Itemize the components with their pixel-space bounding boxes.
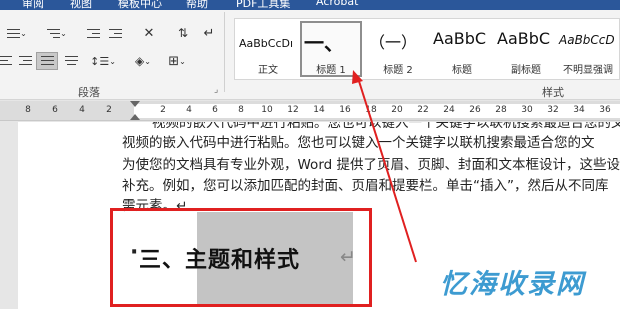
styles-gallery: AaBbCcDı 正文 一、 标题 1 （一） 标题 2 AaBbC 标题 Aa… (234, 18, 620, 80)
ribbon-tab-strip: 审阅 视图 模板中心 帮助 PDF工具集 Acrobat (0, 0, 620, 10)
group-divider (224, 12, 225, 92)
style-sample: AaBbCcD (559, 33, 615, 47)
style-heading-2[interactable]: （一） 标题 2 (367, 21, 429, 77)
align-left-icon (0, 55, 12, 67)
ruler-number: 36 (599, 105, 611, 115)
style-name: 标题 (452, 65, 472, 76)
tab-review[interactable]: 审阅 (22, 0, 44, 10)
ruler-number: 6 (52, 105, 58, 115)
multilevel-list-icon (47, 28, 61, 39)
numbering-icon (7, 28, 21, 39)
style-name: 正文 (258, 65, 278, 76)
ruler-number: 30 (521, 105, 533, 115)
ruler-number: 32 (547, 105, 559, 115)
ruler-number: 8 (238, 105, 244, 115)
chinese-layout-icon: ✕ (143, 25, 155, 41)
shading-button[interactable]: ◈ ⌄ (128, 52, 158, 70)
style-title[interactable]: AaBbC 标题 (431, 21, 493, 77)
justify-icon (40, 55, 54, 67)
style-sample: （一） (369, 33, 418, 52)
chinese-layout-button[interactable]: ✕ (138, 24, 160, 42)
borders-button[interactable]: ⊞ ⌄ (162, 52, 192, 70)
ruler-number: 6 (212, 105, 218, 115)
hanging-indent-marker[interactable] (130, 114, 140, 120)
style-name: 标题 2 (383, 65, 413, 76)
style-name: 标题 1 (316, 65, 346, 76)
multilevel-list-button[interactable]: ⌄ (42, 24, 72, 42)
show-marks-button[interactable]: ↵ (198, 24, 220, 42)
style-heading-1[interactable]: 一、 标题 1 (300, 21, 362, 77)
ruler-number: 12 (287, 105, 299, 115)
borders-icon: ⊞ (168, 53, 180, 69)
first-line-indent-marker[interactable] (130, 101, 140, 107)
ruler-number: 18 (365, 105, 377, 115)
ruler-number: 20 (391, 105, 403, 115)
heading-bullet: · (130, 240, 139, 265)
decrease-indent-icon (86, 28, 100, 39)
ribbon: ⌄ ⌄ ✕ ⇅ ↵ ↕☰ ⌄ ◈ ⌄ ⊞ ⌄ 段落 ⌟ AaBbCcDı 正文 … (0, 10, 620, 100)
ruler-number: 8 (25, 105, 31, 115)
ruler-number: 24 (443, 105, 455, 115)
ruler-number: 4 (186, 105, 192, 115)
numbering-button[interactable]: ⌄ (2, 24, 32, 42)
tab-help[interactable]: 帮助 (186, 0, 208, 10)
style-name: 副标题 (511, 65, 541, 76)
watermark: 忆海收录网 (440, 269, 585, 300)
horizontal-ruler[interactable]: 8 6 4 2 2 4 6 8 10 12 14 16 18 20 22 24 … (0, 101, 620, 121)
paragraph-mark-icon: ↵ (203, 25, 215, 41)
align-right-button[interactable] (14, 52, 36, 70)
ruler-number: 14 (313, 105, 325, 115)
cut-off-text-line: 视频的嵌入代码中进行粘贴。您也可以键入一个关键字以联机搜索最适合您的文 (122, 122, 620, 128)
sort-icon: ⇅ (177, 26, 189, 40)
tab-template-center[interactable]: 模板中心 (118, 0, 162, 10)
line-spacing-icon: ↕☰ (90, 54, 110, 68)
ruler-number: 22 (417, 105, 429, 115)
tab-pdf-tools[interactable]: PDF工具集 (236, 0, 290, 10)
paragraph-mark: ↵ (340, 246, 356, 268)
distributed-button[interactable] (60, 52, 82, 70)
tab-acrobat[interactable]: Acrobat (316, 0, 358, 8)
heading-text[interactable]: 三、主题和样式 (139, 242, 300, 274)
ruler-number: 4 (79, 105, 85, 115)
paint-bucket-icon: ◈ (135, 54, 145, 68)
body-text-line[interactable]: 视频的嵌入代码中进行粘贴。您也可以键入一个关键字以联机搜索最适合您的文 (122, 131, 595, 151)
body-text-line[interactable]: 为使您的文档具有专业外观，Word 提供了页眉、页脚、封面和文本框设计，这些设 (122, 153, 620, 173)
style-name: 不明显强调 (563, 65, 613, 76)
paragraph-dialog-launcher-icon[interactable]: ⌟ (214, 85, 218, 95)
justify-button[interactable] (36, 52, 58, 70)
ruler-number: 28 (495, 105, 507, 115)
style-normal[interactable]: AaBbCcDı 正文 (237, 21, 299, 77)
ruler-number: 10 (261, 105, 273, 115)
align-right-icon (18, 55, 32, 67)
distributed-icon (64, 55, 78, 67)
style-sample: AaBbCcDı (239, 37, 294, 50)
style-subtle-emphasis[interactable]: AaBbCcD 不明显强调 (557, 21, 619, 77)
line-spacing-button[interactable]: ↕☰ ⌄ (88, 52, 118, 70)
ruler-number: 2 (160, 105, 166, 115)
increase-indent-icon (108, 28, 122, 39)
style-subtitle[interactable]: AaBbC 副标题 (495, 21, 557, 77)
ruler-number: 2 (106, 105, 112, 115)
style-sample: 一、 (304, 31, 344, 55)
increase-indent-button[interactable] (104, 24, 126, 42)
style-sample: AaBbC (497, 29, 551, 48)
decrease-indent-button[interactable] (82, 24, 104, 42)
ruler-number: 16 (339, 105, 351, 115)
tab-view[interactable]: 视图 (70, 0, 92, 10)
ruler-number: 34 (573, 105, 585, 115)
body-text-line[interactable]: 补充。例如，您可以添加匹配的封面、页眉和提要栏。单击“插入”，然后从不同库 (122, 174, 609, 194)
sort-button[interactable]: ⇅ (172, 24, 194, 42)
paragraph-group-label: 段落 (78, 86, 100, 99)
ruler-number: 26 (469, 105, 481, 115)
styles-group-label: 样式 (542, 86, 564, 99)
style-sample: AaBbC (433, 29, 487, 48)
